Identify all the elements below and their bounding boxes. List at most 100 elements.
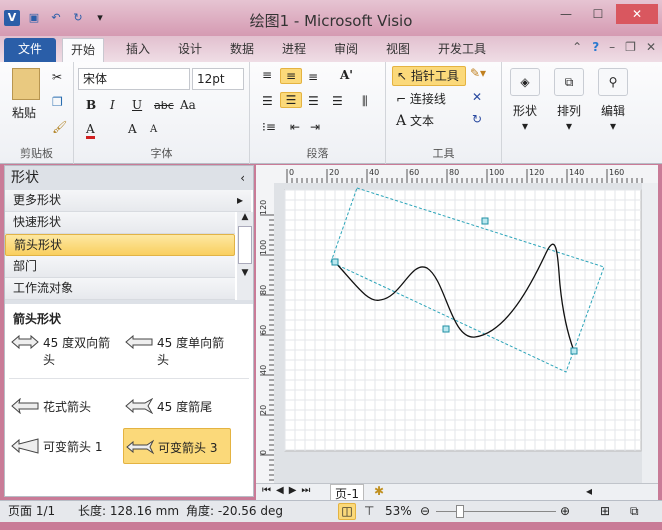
zoom-in-icon[interactable]: ⊕ [560,501,570,522]
cut-icon[interactable]: ✂ [52,70,62,84]
text-tool-label: 文本 [409,114,434,128]
title-bar: V ▣ ↶ ↻ ▾ 绘图1 - Microsoft Visio — ☐ ✕ [0,0,662,36]
selection-handle [331,258,339,266]
tab-insert[interactable]: 插入 [118,38,158,62]
font-size-combo[interactable]: 12pt [192,68,244,90]
stencil-item[interactable]: 快速形状 [5,212,235,234]
ruler-tick-label: 40 [369,168,379,177]
master-variable-arrow-1[interactable]: 可变箭头 1 [11,438,102,455]
doc-restore-icon[interactable]: ❐ [625,40,636,54]
font-color-button[interactable]: A [86,122,95,139]
master-fancy-arrow[interactable]: 花式箭头 [11,398,91,415]
doc-minimize-icon[interactable]: – [609,40,615,54]
stencil-list-scrollbar[interactable]: ▲ ▼ [237,212,253,300]
increase-indent-icon[interactable]: ⇥ [310,120,320,134]
edit-button[interactable]: ⚲ 编辑 ▾ [596,68,630,148]
page-indicator[interactable]: 页面 1/1 [8,501,55,522]
group-clipboard: 粘贴 ✂ ❐ 🖌 剪贴板 [0,62,74,164]
more-shapes-item[interactable]: 更多形状 ▸ [5,190,251,212]
ruler-tick-label: 100 [259,240,268,255]
stencil-item-selected[interactable]: 箭头形状 [5,234,235,256]
tab-process[interactable]: 进程 [274,38,314,62]
format-painter-icon[interactable]: 🖌 [52,120,67,134]
tab-home[interactable]: 开始 [62,38,105,62]
bullets-icon[interactable]: ⁝≡ [262,120,276,134]
tab-review[interactable]: 审阅 [326,38,366,62]
tab-data[interactable]: 数据 [222,38,262,62]
align-bottom-icon[interactable]: ≡ [308,70,318,84]
stencil-item[interactable]: 部门 [5,256,235,278]
stencil-item[interactable]: 工作流对象 [5,278,235,300]
ruler-tick-label: 20 [259,405,268,415]
paste-icon[interactable] [12,68,40,100]
ruler-tick-label: 140 [569,168,584,177]
maximize-button[interactable]: ☐ [584,4,612,24]
align-center-icon[interactable]: ☰ [280,92,302,108]
horizontal-scrollbar[interactable]: ◂ [586,484,592,498]
master-label: 可变箭头 1 [43,440,103,454]
text-block-icon[interactable]: A' [340,68,353,82]
connector-icon: ⌐ [396,92,407,106]
shape-style-button[interactable]: ◈ 形状 ▾ [508,68,542,148]
master-45-tail-arrow[interactable]: 45 度箭尾 [125,398,212,415]
fit-page-icon[interactable]: ⊞ [600,501,610,522]
text-direction-icon[interactable]: ⫼ [362,94,368,109]
pointer-tool-button[interactable]: ↖ 指针工具 [392,66,466,86]
copy-icon[interactable]: ❐ [52,95,63,109]
zoom-level[interactable]: 53% [385,501,412,522]
find-icon: ⚲ [598,68,628,96]
zoom-slider-thumb[interactable] [456,505,464,518]
connector-button[interactable]: ⌐ 连接线 [396,90,446,107]
pencil-icon[interactable]: ✎▾ [470,66,486,80]
align-middle-icon[interactable]: ≡ [280,68,302,84]
collapse-ribbon-icon[interactable]: ⌃ [572,40,582,54]
decrease-indent-icon[interactable]: ⇤ [290,120,300,134]
ribbon-tabs: 文件 开始 插入 设计 数据 进程 审阅 视图 开发工具 ⌃ ? – ❐ ✕ [0,36,662,62]
shrink-font-button[interactable]: A [150,124,157,135]
strikethrough-button[interactable]: abc [154,99,174,112]
minimize-button[interactable]: — [552,4,580,24]
italic-button[interactable]: I [110,98,115,112]
help-icon[interactable]: ? [592,40,599,54]
tab-file[interactable]: 文件 [4,38,56,62]
master-variable-arrow-3-selected[interactable]: 可变箭头 3 [123,428,231,464]
grow-font-button[interactable]: A [128,122,137,136]
paste-button[interactable]: 粘贴 [12,104,36,121]
zoom-out-icon[interactable]: ⊖ [420,501,430,522]
tab-design[interactable]: 设计 [170,38,210,62]
rotate-icon[interactable]: ↻ [472,112,482,126]
zoom-slider[interactable] [436,511,556,512]
shapes-pane-title: 形状 [11,170,39,186]
drawing-canvas[interactable]: 0 20 40 60 80 100 120 140 160 120 100 80 60 40 20 0 [256,165,658,491]
align-left-icon[interactable]: ☰ [262,94,273,108]
connection-point-icon[interactable]: ✕ [472,90,482,104]
text-tool-button[interactable]: A 文本 [396,112,434,129]
variable-arrow-icon [11,438,39,454]
align-right-icon[interactable]: ☰ [308,94,319,108]
collapse-pane-icon[interactable]: ‹ [240,166,245,190]
align-top-icon[interactable]: ≡ [262,68,272,82]
doc-close-icon[interactable]: ✕ [646,40,656,54]
arrange-icon: ⧉ [554,68,584,96]
page-navigation-arrows[interactable]: ⏮◀▶⏭ [262,485,315,496]
insert-page-icon[interactable]: ✱ [374,484,384,498]
change-case-button[interactable]: Aa [180,98,196,112]
page-tab-bar: ⏮◀▶⏭ 页-1 ✱ ◂ [256,483,658,503]
close-button[interactable]: ✕ [616,4,658,24]
variable-arrow-3-icon [126,439,154,455]
master-45-double-arrow[interactable]: 45 度双向箭头 [11,334,121,368]
arrange-button[interactable]: ⧉ 排列 ▾ [552,68,586,148]
underline-button[interactable]: U [132,98,142,112]
fancy-arrow-icon [11,398,39,414]
tab-view[interactable]: 视图 [378,38,418,62]
bold-button[interactable]: B [86,98,96,112]
master-label: 花式箭头 [43,400,92,414]
presentation-view-icon[interactable]: ⊤ [364,501,374,522]
justify-icon[interactable]: ☰ [332,94,343,108]
tab-developer[interactable]: 开发工具 [430,38,494,62]
master-45-single-arrow[interactable]: 45 度单向箭头 [125,334,235,368]
normal-view-icon[interactable]: ◫ [338,503,356,520]
selection-handle [442,325,450,333]
switch-windows-icon[interactable]: ⧉ [630,501,639,522]
font-name-combo[interactable]: 宋体 [78,68,190,90]
